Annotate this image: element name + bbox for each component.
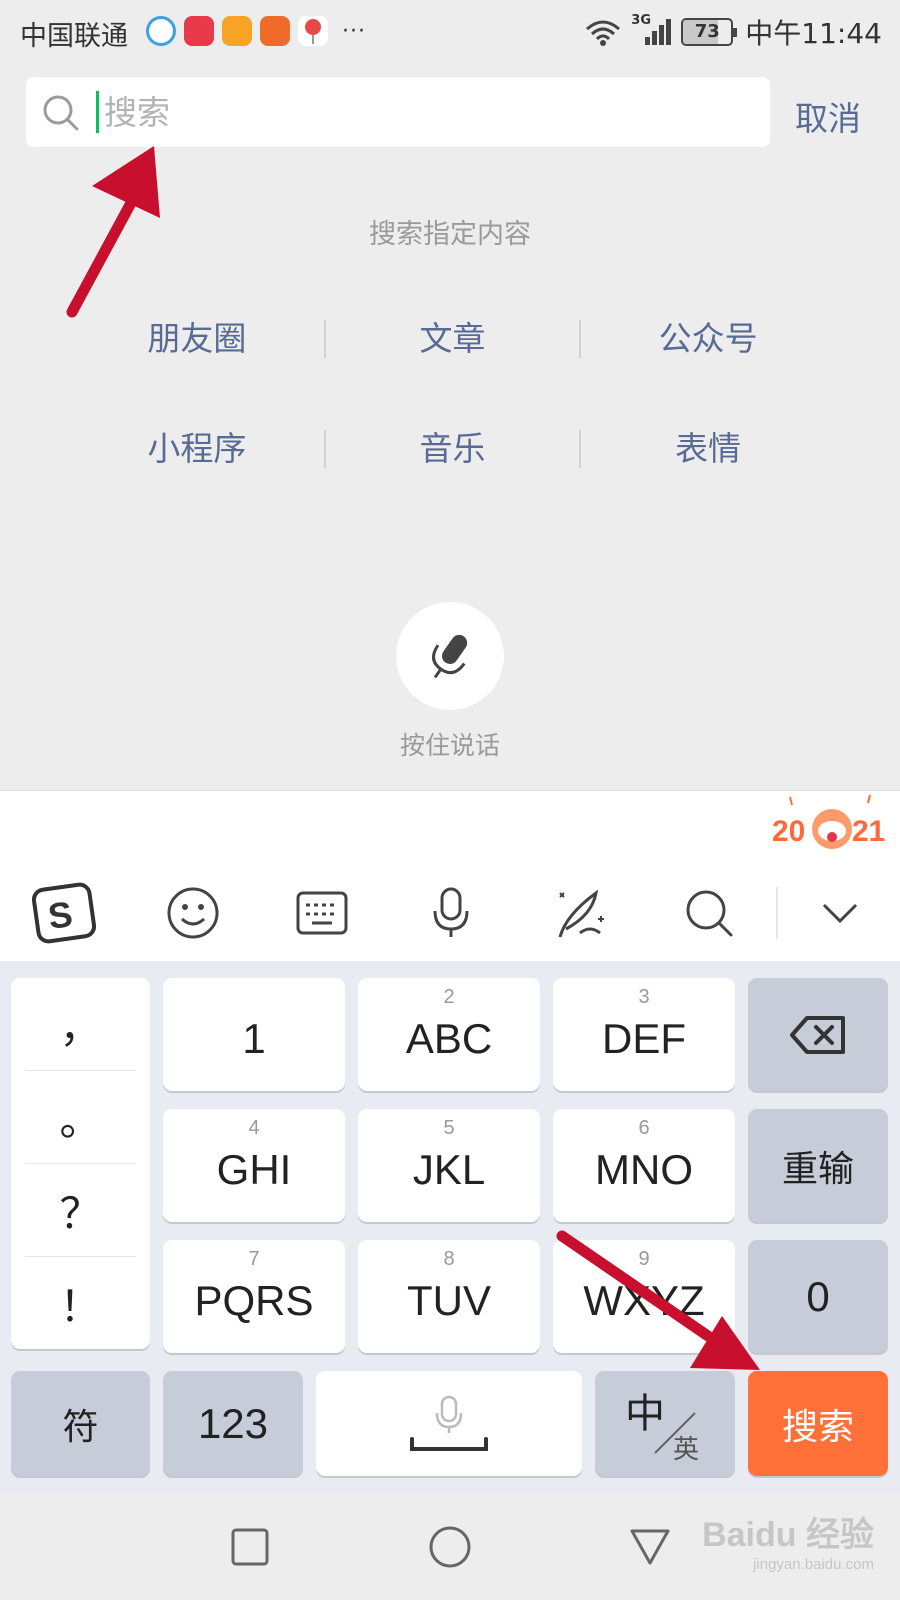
category-music[interactable]: 音乐 <box>326 419 580 479</box>
home-icon[interactable] <box>422 1519 478 1575</box>
battery-level: 73 <box>694 21 720 42</box>
key-2-abc[interactable]: 2 ABC <box>358 978 540 1091</box>
app-notification-icon <box>184 16 214 46</box>
reset-input-key[interactable]: 重输 <box>748 1109 888 1222</box>
status-bar: 中国联通 ··· 3G 73 中午11:44 <box>0 0 900 64</box>
category-mini-programs[interactable]: 小程序 <box>70 419 324 479</box>
key-label: PQRS <box>194 1276 314 1324</box>
sogou-logo-icon[interactable]: S <box>32 881 96 945</box>
category-official-accounts[interactable]: 公众号 <box>581 309 835 369</box>
keyboard-layout-icon[interactable] <box>290 881 354 945</box>
category-articles[interactable]: 文章 <box>326 309 580 369</box>
key-label: 1 <box>242 1014 266 1062</box>
punctuation-panel: ， 。 ？ ！ <box>11 978 150 1349</box>
key-label: DEF <box>602 1014 686 1062</box>
notification-icons: ··· <box>146 16 366 46</box>
hold-to-talk-button[interactable] <box>396 602 504 710</box>
category-moments[interactable]: 朋友圈 <box>70 309 324 369</box>
numeric-key[interactable]: 123 <box>163 1371 303 1476</box>
key-label: ABC <box>405 1014 493 1062</box>
key-9-wxyz[interactable]: 9 WXYZ <box>553 1240 735 1353</box>
status-right: 3G 73 中午11:44 <box>583 12 882 52</box>
battery-indicator: 73 <box>681 18 738 46</box>
key-number: 4 <box>248 1117 260 1139</box>
key-6-mno[interactable]: 6 MNO <box>553 1109 735 1222</box>
browser-notification-icon <box>146 16 176 46</box>
lang-sub-label: 英 <box>673 1435 700 1465</box>
signal-icon: 3G <box>631 13 673 47</box>
keyboard-search-icon[interactable] <box>677 881 741 945</box>
key-5-jkl[interactable]: 5 JKL <box>358 1109 540 1222</box>
toolbar-divider <box>776 887 778 939</box>
punct-comma-key[interactable]: ， <box>25 978 136 1070</box>
category-row: 小程序 音乐 表情 <box>70 419 835 479</box>
space-mic-icon <box>410 1395 488 1451</box>
search-box[interactable] <box>26 77 770 147</box>
key-number: 9 <box>638 1248 650 1270</box>
keyboard-keys: ， 。 ？ ！ 1 2 ABC 3 DEF 4 GHI 5 JKL 6 MNO … <box>0 961 900 1494</box>
carrier-name: 中国联通 <box>20 21 128 52</box>
sogou-keyboard: 20 21 S ， 。 ？ ！ 1 2 ABC 3 DEF 4 GHI 5 JK… <box>0 790 900 1494</box>
key-7-pqrs[interactable]: 7 PQRS <box>163 1240 345 1353</box>
text-caret <box>96 91 99 133</box>
key-4-ghi[interactable]: 4 GHI <box>163 1109 345 1222</box>
key-label: MNO <box>595 1145 693 1193</box>
voice-input-icon[interactable] <box>419 881 483 945</box>
map-notification-icon <box>298 16 328 46</box>
collapse-chevron-icon[interactable] <box>808 881 872 945</box>
back-icon[interactable] <box>622 1519 678 1575</box>
punct-exclaim-key[interactable]: ！ <box>25 1257 136 1349</box>
space-key[interactable] <box>316 1371 582 1476</box>
key-label: TUV <box>407 1276 491 1324</box>
key-number: 7 <box>248 1248 260 1270</box>
cancel-button[interactable]: 取消 <box>780 92 876 140</box>
key-number: 3 <box>638 986 650 1008</box>
backspace-icon <box>790 1015 845 1054</box>
category-row: 朋友圈 文章 公众号 <box>70 309 835 369</box>
symbols-key[interactable]: 符 <box>11 1371 150 1476</box>
keyboard-toolbar: S <box>0 861 900 961</box>
baidu-jingyan-watermark: Baidu 经验 jingyan.baidu.com <box>702 1507 874 1573</box>
new-year-banner[interactable]: 20 21 <box>770 791 890 861</box>
svg-text:20: 20 <box>772 815 805 848</box>
clock: 中午11:44 <box>745 17 882 50</box>
recent-apps-icon[interactable] <box>222 1519 278 1575</box>
key-label: GHI <box>216 1145 292 1193</box>
key-3-def[interactable]: 3 DEF <box>553 978 735 1091</box>
key-1[interactable]: 1 <box>163 978 345 1091</box>
key-number: 5 <box>443 1117 455 1139</box>
wifi-icon <box>586 20 621 46</box>
watermark-sub: jingyan.baidu.com <box>753 1556 874 1573</box>
lang-divider-icon <box>654 1412 696 1454</box>
search-icon <box>43 95 79 131</box>
hold-to-talk-label: 按住说话 <box>399 731 500 760</box>
search-scope-tip: 搜索指定内容 <box>369 219 531 250</box>
video-notification-icon <box>222 16 252 46</box>
key-0[interactable]: 0 <box>748 1240 888 1353</box>
shopping-notification-icon <box>260 16 290 46</box>
microphone-icon <box>432 634 468 679</box>
backspace-key[interactable] <box>748 978 888 1091</box>
key-label: JKL <box>412 1145 486 1193</box>
category-stickers[interactable]: 表情 <box>581 419 835 479</box>
key-number: 6 <box>638 1117 650 1139</box>
handwriting-icon[interactable] <box>548 881 612 945</box>
key-label: WXYZ <box>583 1276 705 1324</box>
key-8-tuv[interactable]: 8 TUV <box>358 1240 540 1353</box>
watermark-main: Baidu 经验 <box>702 1516 874 1554</box>
punct-period-key[interactable]: 。 <box>25 1071 136 1163</box>
system-nav-bar: Baidu 经验 jingyan.baidu.com <box>0 1493 900 1600</box>
chinese-english-toggle-key[interactable]: 中 英 <box>595 1371 735 1476</box>
svg-text:21: 21 <box>852 815 885 848</box>
key-number: 2 <box>443 986 455 1008</box>
keyboard-search-key[interactable]: 搜索 <box>748 1371 888 1476</box>
search-input[interactable] <box>104 89 744 135</box>
punct-question-key[interactable]: ？ <box>25 1164 136 1256</box>
emoji-icon[interactable] <box>161 881 225 945</box>
key-number: 8 <box>443 1248 455 1270</box>
more-notifications-icon: ··· <box>342 18 366 44</box>
